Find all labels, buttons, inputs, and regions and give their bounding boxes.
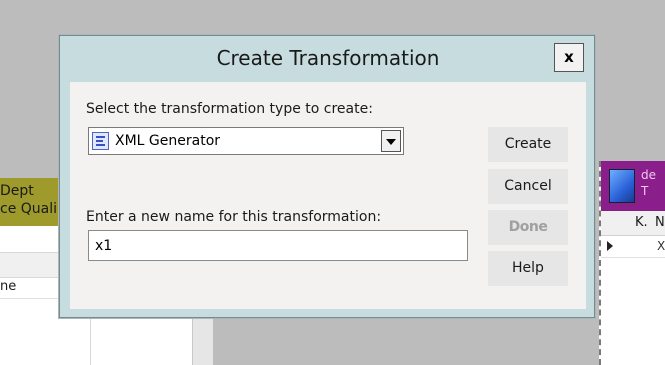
cancel-button[interactable]: Cancel (488, 169, 568, 204)
create-transformation-dialog: Create Transformation x Select the trans… (59, 35, 595, 318)
column-label: K. (635, 215, 648, 230)
select-value: XML Generator (115, 133, 221, 149)
done-button[interactable]: Done (488, 210, 568, 245)
chevron-down-icon[interactable] (381, 130, 401, 152)
close-button[interactable]: x (554, 43, 584, 72)
type-label: Select the transformation type to create… (86, 101, 373, 117)
table-title-line: de (641, 168, 656, 182)
column-header: K. N (601, 211, 665, 236)
name-label: Enter a new name for this transformation… (86, 209, 382, 225)
xml-generator-icon (92, 132, 109, 150)
row-cell: ne (0, 279, 17, 294)
table-title-line: T (641, 184, 649, 198)
dialog-title: Create Transformation (216, 46, 440, 70)
create-button[interactable]: Create (488, 127, 568, 162)
table-header: de T (601, 161, 665, 211)
background-table-right: de T K. N X (599, 161, 665, 365)
table-title: de T (641, 167, 656, 199)
table-icon (609, 169, 635, 203)
transformation-name-input[interactable] (88, 230, 468, 261)
row-selector-icon (607, 241, 613, 251)
transformation-type-select[interactable]: XML Generator (88, 127, 404, 155)
column-label: N (655, 215, 665, 230)
dialog-body: Select the transformation type to create… (70, 82, 586, 309)
row-cell: X (657, 239, 665, 253)
help-button[interactable]: Help (488, 251, 568, 286)
